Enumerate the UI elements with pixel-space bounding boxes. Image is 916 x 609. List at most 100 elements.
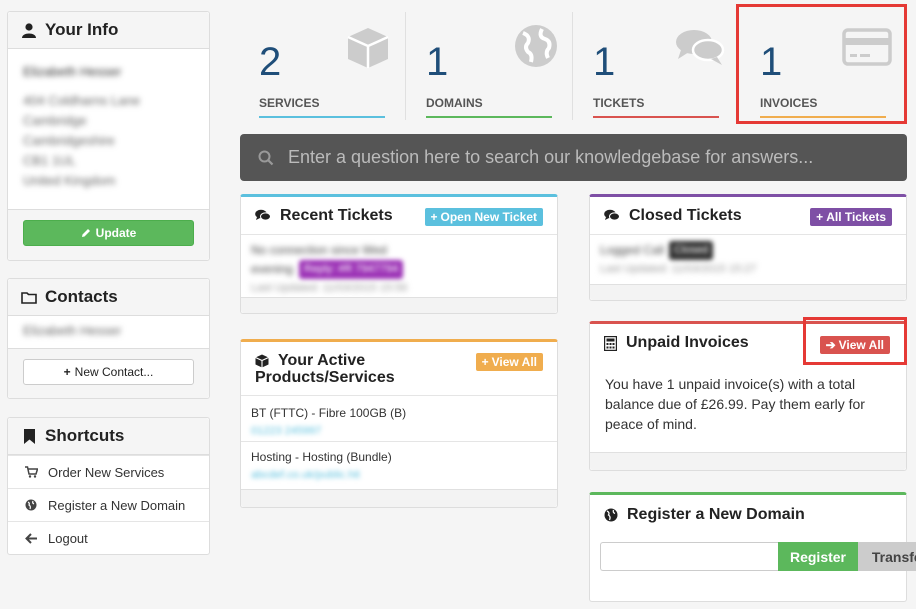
cube-icon <box>345 26 391 73</box>
view-all-products-button[interactable]: + View All <box>475 353 543 371</box>
stat-tickets[interactable]: 1 TICKETS <box>573 12 739 120</box>
ticket-status-badge: Reply: #R 7947794 <box>299 260 404 279</box>
shortcut-label: Logout <box>48 530 88 546</box>
open-new-ticket-label: Open New Ticket <box>440 210 537 224</box>
contacts-panel: Contacts Elizabeth Hesser + New Contact.… <box>7 278 210 399</box>
services-count: 2 <box>259 40 282 84</box>
ticket-item[interactable]: Logged Call Closed Last Updated: 11/03/2… <box>600 241 756 279</box>
register-button[interactable]: Register <box>778 542 858 571</box>
cart-icon <box>24 466 38 478</box>
services-underline <box>259 116 385 118</box>
active-products-footer <box>241 489 557 507</box>
ticket-subject: Logged Call <box>600 243 665 257</box>
shortcuts-header: Shortcuts <box>8 418 209 455</box>
active-products-title-line2: Products/Services <box>255 369 395 386</box>
address-line: Cambridgeshire <box>23 133 115 148</box>
folder-icon <box>21 291 37 304</box>
cube-icon <box>255 354 269 368</box>
recent-tickets-title: Recent Tickets <box>280 206 393 224</box>
update-button[interactable]: Update <box>23 220 194 246</box>
register-domain-panel: Register a New Domain Register Transfer <box>589 492 916 602</box>
register-domain-title: Register a New Domain <box>627 506 805 523</box>
user-icon <box>21 22 37 38</box>
ticket-subject-cont: evening <box>251 262 294 276</box>
tickets-underline <box>593 116 719 118</box>
tickets-count: 1 <box>593 40 616 84</box>
product-name: BT (FTTC) - Fibre 100GB (B) <box>251 406 407 420</box>
globe-icon <box>514 24 558 71</box>
domains-underline <box>426 116 552 118</box>
address-line: 404 Coldharns Lane <box>23 93 141 108</box>
plus-icon: + <box>63 365 71 379</box>
address-line: CB1 1UL <box>23 153 76 168</box>
register-label: Register <box>789 548 847 565</box>
pencil-icon <box>81 228 91 238</box>
register-domain-header: Register a New Domain <box>590 495 906 533</box>
contacts-header: Contacts <box>8 279 209 316</box>
plus-icon: + <box>481 355 489 369</box>
view-all-products-label: View All <box>491 355 537 369</box>
contacts-title: Contacts <box>45 287 118 306</box>
your-info-footer: Update <box>8 209 209 260</box>
plus-icon: + <box>430 210 438 224</box>
product-name: Hosting - Hosting (Bundle) <box>251 450 392 464</box>
recent-tickets-header: Recent Tickets + Open New Ticket <box>241 197 557 235</box>
your-info-header: Your Info <box>8 12 209 49</box>
shortcut-label: Register a New Domain <box>48 497 186 513</box>
domains-count: 1 <box>426 40 449 84</box>
search-icon <box>258 150 274 166</box>
calculator-icon <box>604 335 617 351</box>
globe-icon <box>604 508 618 522</box>
transfer-button[interactable]: Transfer <box>858 542 916 571</box>
new-contact-button[interactable]: + New Contact... <box>23 359 194 385</box>
shortcut-logout[interactable]: Logout <box>8 521 209 554</box>
your-info-panel: Your Info Elizabeth Hesser 404 Coldharns… <box>7 11 210 261</box>
ticket-subject: No connection since Wed <box>251 243 387 257</box>
shortcuts-title: Shortcuts <box>45 426 125 445</box>
comments-icon <box>255 209 271 222</box>
ticket-updated: Last Updated: 11/03/2015 15:56 <box>251 282 408 294</box>
stat-domains[interactable]: 1 DOMAINS <box>406 12 572 120</box>
open-new-ticket-button[interactable]: + Open New Ticket <box>424 208 543 226</box>
stat-services[interactable]: 2 SERVICES <box>239 12 405 120</box>
bookmark-icon <box>21 428 37 444</box>
services-label: SERVICES <box>259 96 320 110</box>
ticket-item[interactable]: No connection since Wed evening Reply: #… <box>251 241 407 298</box>
address-line: Cambridge <box>23 113 87 128</box>
globe-icon <box>24 499 38 511</box>
recent-tickets-footer <box>241 297 557 313</box>
unpaid-invoices-title: Unpaid Invoices <box>626 334 749 351</box>
invoices-highlight <box>736 4 907 124</box>
comments-icon <box>604 209 620 222</box>
update-label: Update <box>95 226 137 240</box>
shortcut-register-domain[interactable]: Register a New Domain <box>8 488 209 521</box>
closed-tickets-title: Closed Tickets <box>629 206 742 224</box>
address-line: United Kingdom <box>23 173 116 188</box>
closed-tickets-header: Closed Tickets + All Tickets <box>590 197 906 235</box>
your-info-title: Your Info <box>45 20 119 39</box>
product-item[interactable]: Hosting - Hosting (Bundle) abcdef.co.uk/… <box>241 442 557 486</box>
contact-item[interactable]: Elizabeth Hesser <box>23 323 121 338</box>
view-all-highlight <box>803 317 907 365</box>
shortcut-order-new-services[interactable]: Order New Services <box>8 455 209 488</box>
shortcut-label: Order New Services <box>48 464 165 480</box>
knowledgebase-search[interactable]: Enter a question here to search our know… <box>240 134 907 181</box>
unpaid-invoices-footer <box>590 452 906 470</box>
contacts-footer: + New Contact... <box>8 348 209 398</box>
search-placeholder: Enter a question here to search our know… <box>288 147 814 167</box>
product-detail: 01223 245997 <box>251 425 322 437</box>
active-products-title-line1: Your Active <box>278 352 366 369</box>
all-tickets-button[interactable]: + All Tickets <box>810 208 892 226</box>
ticket-status-badge: Closed <box>669 241 714 260</box>
active-products-header: Your Active Products/Services + View All <box>241 342 557 396</box>
plus-icon: + <box>816 210 824 224</box>
active-products-panel: Your Active Products/Services + View All… <box>240 339 558 508</box>
tickets-label: TICKETS <box>593 96 645 110</box>
domain-input[interactable] <box>600 542 778 571</box>
all-tickets-label: All Tickets <box>826 210 886 224</box>
shortcuts-panel: Shortcuts Order New Services Register a … <box>7 417 210 555</box>
comments-icon <box>675 28 725 71</box>
arrow-left-icon <box>24 532 38 544</box>
product-item[interactable]: BT (FTTC) - Fibre 100GB (B) 01223 245997 <box>241 398 557 442</box>
client-name: Elizabeth Hesser <box>23 64 122 79</box>
